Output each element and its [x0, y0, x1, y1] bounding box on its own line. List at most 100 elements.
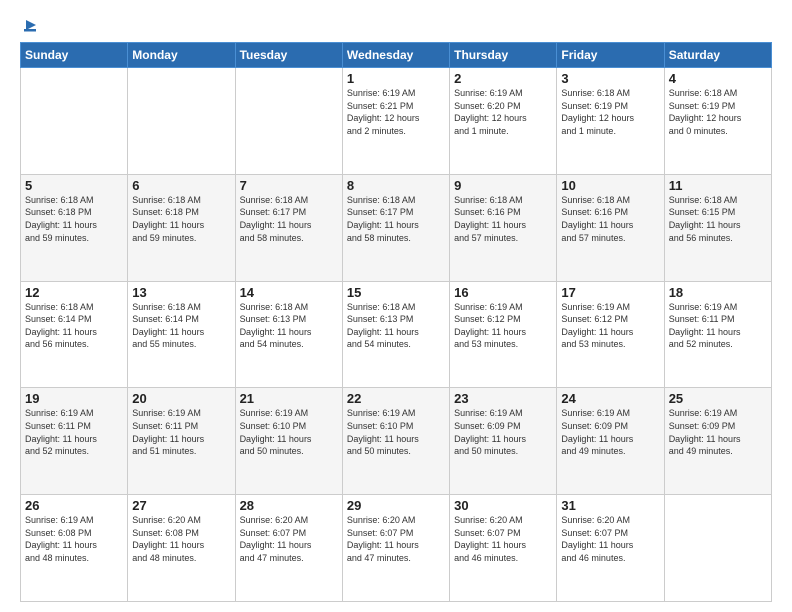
day-number: 28: [240, 498, 338, 513]
calendar-cell: 17Sunrise: 6:19 AM Sunset: 6:12 PM Dayli…: [557, 281, 664, 388]
calendar-cell: 14Sunrise: 6:18 AM Sunset: 6:13 PM Dayli…: [235, 281, 342, 388]
day-number: 10: [561, 178, 659, 193]
day-info: Sunrise: 6:18 AM Sunset: 6:19 PM Dayligh…: [669, 87, 767, 137]
day-info: Sunrise: 6:20 AM Sunset: 6:07 PM Dayligh…: [561, 514, 659, 564]
page: SundayMondayTuesdayWednesdayThursdayFrid…: [0, 0, 792, 612]
calendar-cell: 4Sunrise: 6:18 AM Sunset: 6:19 PM Daylig…: [664, 68, 771, 175]
day-number: 15: [347, 285, 445, 300]
calendar-cell: 31Sunrise: 6:20 AM Sunset: 6:07 PM Dayli…: [557, 495, 664, 602]
day-number: 6: [132, 178, 230, 193]
calendar-cell: 5Sunrise: 6:18 AM Sunset: 6:18 PM Daylig…: [21, 174, 128, 281]
day-info: Sunrise: 6:18 AM Sunset: 6:17 PM Dayligh…: [240, 194, 338, 244]
calendar-cell: 19Sunrise: 6:19 AM Sunset: 6:11 PM Dayli…: [21, 388, 128, 495]
day-number: 31: [561, 498, 659, 513]
day-info: Sunrise: 6:18 AM Sunset: 6:14 PM Dayligh…: [25, 301, 123, 351]
weekday-header: Friday: [557, 43, 664, 68]
day-number: 7: [240, 178, 338, 193]
calendar-table: SundayMondayTuesdayWednesdayThursdayFrid…: [20, 42, 772, 602]
day-number: 19: [25, 391, 123, 406]
day-number: 21: [240, 391, 338, 406]
day-number: 14: [240, 285, 338, 300]
day-number: 25: [669, 391, 767, 406]
header: [20, 16, 772, 32]
calendar-week-row: 19Sunrise: 6:19 AM Sunset: 6:11 PM Dayli…: [21, 388, 772, 495]
day-info: Sunrise: 6:18 AM Sunset: 6:19 PM Dayligh…: [561, 87, 659, 137]
day-info: Sunrise: 6:19 AM Sunset: 6:10 PM Dayligh…: [240, 407, 338, 457]
calendar-cell: 21Sunrise: 6:19 AM Sunset: 6:10 PM Dayli…: [235, 388, 342, 495]
day-number: 12: [25, 285, 123, 300]
calendar-cell: 6Sunrise: 6:18 AM Sunset: 6:18 PM Daylig…: [128, 174, 235, 281]
calendar-header-row: SundayMondayTuesdayWednesdayThursdayFrid…: [21, 43, 772, 68]
day-info: Sunrise: 6:18 AM Sunset: 6:13 PM Dayligh…: [347, 301, 445, 351]
day-number: 27: [132, 498, 230, 513]
weekday-header: Tuesday: [235, 43, 342, 68]
calendar-cell: 22Sunrise: 6:19 AM Sunset: 6:10 PM Dayli…: [342, 388, 449, 495]
calendar-cell: 8Sunrise: 6:18 AM Sunset: 6:17 PM Daylig…: [342, 174, 449, 281]
day-info: Sunrise: 6:19 AM Sunset: 6:11 PM Dayligh…: [132, 407, 230, 457]
day-info: Sunrise: 6:19 AM Sunset: 6:10 PM Dayligh…: [347, 407, 445, 457]
day-number: 20: [132, 391, 230, 406]
day-info: Sunrise: 6:19 AM Sunset: 6:09 PM Dayligh…: [669, 407, 767, 457]
day-info: Sunrise: 6:18 AM Sunset: 6:14 PM Dayligh…: [132, 301, 230, 351]
calendar-week-row: 26Sunrise: 6:19 AM Sunset: 6:08 PM Dayli…: [21, 495, 772, 602]
calendar-cell: 12Sunrise: 6:18 AM Sunset: 6:14 PM Dayli…: [21, 281, 128, 388]
weekday-header: Thursday: [450, 43, 557, 68]
day-number: 26: [25, 498, 123, 513]
day-info: Sunrise: 6:19 AM Sunset: 6:12 PM Dayligh…: [561, 301, 659, 351]
day-info: Sunrise: 6:19 AM Sunset: 6:11 PM Dayligh…: [25, 407, 123, 457]
day-number: 23: [454, 391, 552, 406]
calendar-cell: 15Sunrise: 6:18 AM Sunset: 6:13 PM Dayli…: [342, 281, 449, 388]
day-info: Sunrise: 6:20 AM Sunset: 6:07 PM Dayligh…: [240, 514, 338, 564]
day-number: 17: [561, 285, 659, 300]
calendar-cell: 20Sunrise: 6:19 AM Sunset: 6:11 PM Dayli…: [128, 388, 235, 495]
day-info: Sunrise: 6:18 AM Sunset: 6:16 PM Dayligh…: [561, 194, 659, 244]
calendar-cell: 26Sunrise: 6:19 AM Sunset: 6:08 PM Dayli…: [21, 495, 128, 602]
day-number: 30: [454, 498, 552, 513]
calendar-cell: 29Sunrise: 6:20 AM Sunset: 6:07 PM Dayli…: [342, 495, 449, 602]
calendar-cell: 11Sunrise: 6:18 AM Sunset: 6:15 PM Dayli…: [664, 174, 771, 281]
day-info: Sunrise: 6:18 AM Sunset: 6:18 PM Dayligh…: [25, 194, 123, 244]
calendar-cell: [128, 68, 235, 175]
day-info: Sunrise: 6:20 AM Sunset: 6:07 PM Dayligh…: [347, 514, 445, 564]
day-number: 29: [347, 498, 445, 513]
day-number: 8: [347, 178, 445, 193]
day-number: 16: [454, 285, 552, 300]
day-info: Sunrise: 6:18 AM Sunset: 6:16 PM Dayligh…: [454, 194, 552, 244]
day-number: 9: [454, 178, 552, 193]
logo-icon: [22, 16, 40, 34]
day-info: Sunrise: 6:19 AM Sunset: 6:12 PM Dayligh…: [454, 301, 552, 351]
calendar-cell: 9Sunrise: 6:18 AM Sunset: 6:16 PM Daylig…: [450, 174, 557, 281]
calendar-cell: 1Sunrise: 6:19 AM Sunset: 6:21 PM Daylig…: [342, 68, 449, 175]
weekday-header: Saturday: [664, 43, 771, 68]
day-number: 4: [669, 71, 767, 86]
day-number: 3: [561, 71, 659, 86]
weekday-header: Monday: [128, 43, 235, 68]
calendar-cell: 28Sunrise: 6:20 AM Sunset: 6:07 PM Dayli…: [235, 495, 342, 602]
day-number: 11: [669, 178, 767, 193]
day-info: Sunrise: 6:19 AM Sunset: 6:11 PM Dayligh…: [669, 301, 767, 351]
calendar-week-row: 1Sunrise: 6:19 AM Sunset: 6:21 PM Daylig…: [21, 68, 772, 175]
calendar-cell: 23Sunrise: 6:19 AM Sunset: 6:09 PM Dayli…: [450, 388, 557, 495]
calendar-cell: [235, 68, 342, 175]
day-number: 13: [132, 285, 230, 300]
day-info: Sunrise: 6:19 AM Sunset: 6:20 PM Dayligh…: [454, 87, 552, 137]
calendar-cell: 7Sunrise: 6:18 AM Sunset: 6:17 PM Daylig…: [235, 174, 342, 281]
day-number: 22: [347, 391, 445, 406]
day-info: Sunrise: 6:18 AM Sunset: 6:18 PM Dayligh…: [132, 194, 230, 244]
calendar-cell: 10Sunrise: 6:18 AM Sunset: 6:16 PM Dayli…: [557, 174, 664, 281]
day-number: 2: [454, 71, 552, 86]
day-info: Sunrise: 6:18 AM Sunset: 6:13 PM Dayligh…: [240, 301, 338, 351]
calendar-cell: 3Sunrise: 6:18 AM Sunset: 6:19 PM Daylig…: [557, 68, 664, 175]
calendar-cell: 25Sunrise: 6:19 AM Sunset: 6:09 PM Dayli…: [664, 388, 771, 495]
calendar-cell: [664, 495, 771, 602]
calendar-cell: 2Sunrise: 6:19 AM Sunset: 6:20 PM Daylig…: [450, 68, 557, 175]
day-info: Sunrise: 6:20 AM Sunset: 6:08 PM Dayligh…: [132, 514, 230, 564]
day-info: Sunrise: 6:19 AM Sunset: 6:08 PM Dayligh…: [25, 514, 123, 564]
day-info: Sunrise: 6:20 AM Sunset: 6:07 PM Dayligh…: [454, 514, 552, 564]
calendar-week-row: 5Sunrise: 6:18 AM Sunset: 6:18 PM Daylig…: [21, 174, 772, 281]
calendar-week-row: 12Sunrise: 6:18 AM Sunset: 6:14 PM Dayli…: [21, 281, 772, 388]
day-info: Sunrise: 6:18 AM Sunset: 6:17 PM Dayligh…: [347, 194, 445, 244]
calendar-cell: 30Sunrise: 6:20 AM Sunset: 6:07 PM Dayli…: [450, 495, 557, 602]
day-info: Sunrise: 6:19 AM Sunset: 6:09 PM Dayligh…: [561, 407, 659, 457]
day-info: Sunrise: 6:19 AM Sunset: 6:21 PM Dayligh…: [347, 87, 445, 137]
